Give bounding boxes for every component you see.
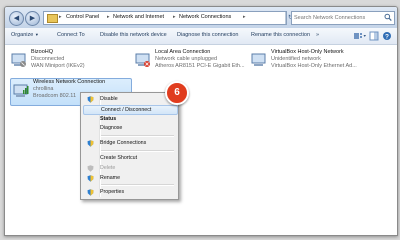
svg-text:?: ?: [385, 33, 389, 40]
menu-item-label: Diagnose: [100, 125, 123, 131]
shield-icon: [87, 165, 94, 172]
context-menu: Disable Connect / Disconnect Status Diag…: [80, 92, 179, 200]
menu-item-delete: Delete: [83, 164, 176, 173]
menu-item-label: Rename: [100, 175, 121, 181]
connection-status: Disconnected: [31, 56, 65, 62]
chevron-right-icon: ▸: [243, 14, 246, 20]
menu-separator: [101, 135, 174, 137]
search-icon[interactable]: [384, 13, 392, 22]
connection-item[interactable]: Local Area Connection Network cable unpl…: [135, 49, 265, 75]
explorer-window: ◀ ▶ ▸ Control Panel ▸ Network and Intern…: [4, 6, 398, 236]
shield-icon: [87, 189, 94, 196]
menu-item-label: Delete: [100, 165, 116, 171]
connection-name: Local Area Connection: [155, 49, 211, 55]
connection-item[interactable]: VirtualBox Host-Only Network Unidentifie…: [251, 49, 391, 75]
menu-item-create-shortcut[interactable]: Create Shortcut: [83, 154, 176, 163]
address-bar-area: ◀ ▶ ▸ Control Panel ▸ Network and Intern…: [5, 7, 397, 29]
menu-item-rename[interactable]: Rename: [83, 174, 176, 183]
menu-item-label: Bridge Connections: [100, 140, 147, 146]
chevron-right-icon: ▸: [59, 14, 62, 20]
menu-separator: [101, 150, 174, 152]
breadcrumb-control-panel[interactable]: Control Panel: [66, 14, 99, 20]
menu-item-connect-disconnect[interactable]: Connect / Disconnect: [83, 105, 178, 115]
menu-item-disable[interactable]: Disable: [83, 95, 176, 104]
connection-item[interactable]: BizooHQ Disconnected WAN Miniport (IKEv2…: [11, 49, 141, 75]
breadcrumb-network-and-internet[interactable]: Network and Internet: [113, 14, 164, 20]
connect-to-button[interactable]: Connect To: [57, 32, 85, 38]
menu-item-properties[interactable]: Properties: [83, 188, 176, 197]
organize-button[interactable]: Organize ▼: [11, 32, 39, 38]
menu-item-bridge-connections[interactable]: Bridge Connections: [83, 139, 176, 148]
disable-device-button[interactable]: Disable this network device: [100, 32, 167, 38]
connection-device: WAN Miniport (IKEv2): [31, 63, 85, 69]
organize-label: Organize: [11, 32, 34, 38]
wan-miniport-icon: [11, 53, 26, 67]
search-box[interactable]: [291, 11, 395, 25]
menu-item-diagnose[interactable]: Diagnose: [83, 124, 176, 133]
breadcrumb-network-connections[interactable]: Network Connections: [179, 14, 231, 20]
connection-status: Network cable unplugged: [155, 56, 218, 62]
menu-item-status[interactable]: Status: [83, 115, 176, 124]
connection-name: VirtualBox Host-Only Network: [271, 49, 344, 55]
connection-device: VirtualBox Host-Only Ethernet Ad...: [271, 63, 357, 69]
connections-list: BizooHQ Disconnected WAN Miniport (IKEv2…: [5, 45, 397, 235]
menu-item-label: Properties: [100, 189, 125, 195]
connection-name: Wireless Network Connection: [33, 79, 106, 85]
connection-device: Atheros AR8151 PCI-E Gigabit Eth...: [155, 63, 245, 69]
ethernet-adapter-icon: [251, 53, 266, 66]
change-view-icon[interactable]: [353, 31, 367, 41]
shield-icon: [87, 96, 94, 103]
preview-pane-icon[interactable]: [369, 31, 379, 41]
menu-item-label: Connect / Disconnect: [101, 107, 152, 113]
search-input[interactable]: [294, 13, 380, 22]
forward-button[interactable]: ▶: [25, 11, 40, 26]
wireless-adapter-icon: [13, 84, 29, 97]
command-bar: Organize ▼ Connect To Disable this netwo…: [5, 28, 397, 45]
folder-icon: [47, 14, 58, 23]
chevron-right-icon: ▸: [107, 14, 110, 20]
menu-item-label: Create Shortcut: [100, 155, 138, 161]
shield-icon: [87, 140, 94, 147]
diagnose-button[interactable]: Diagnose this connection: [177, 32, 238, 38]
rename-button[interactable]: Rename this connection: [251, 32, 310, 38]
ethernet-adapter-icon: [135, 53, 150, 67]
menu-separator: [101, 184, 174, 186]
menu-item-label: Disable: [100, 96, 118, 102]
chevron-right-double-icon[interactable]: »: [316, 32, 319, 38]
connection-name: BizooHQ: [31, 49, 54, 55]
help-icon[interactable]: ?: [382, 31, 392, 41]
shield-icon: [87, 175, 94, 182]
menu-item-label: Status: [100, 116, 117, 122]
address-bar[interactable]: ▸ Control Panel ▸ Network and Internet ▸…: [43, 11, 309, 25]
connection-status: Unidentified network: [271, 56, 321, 62]
back-button[interactable]: ◀: [9, 11, 24, 26]
chevron-down-icon: ▼: [34, 32, 39, 37]
chevron-right-icon: ▸: [173, 14, 176, 20]
step-number-badge: 6: [165, 81, 189, 105]
